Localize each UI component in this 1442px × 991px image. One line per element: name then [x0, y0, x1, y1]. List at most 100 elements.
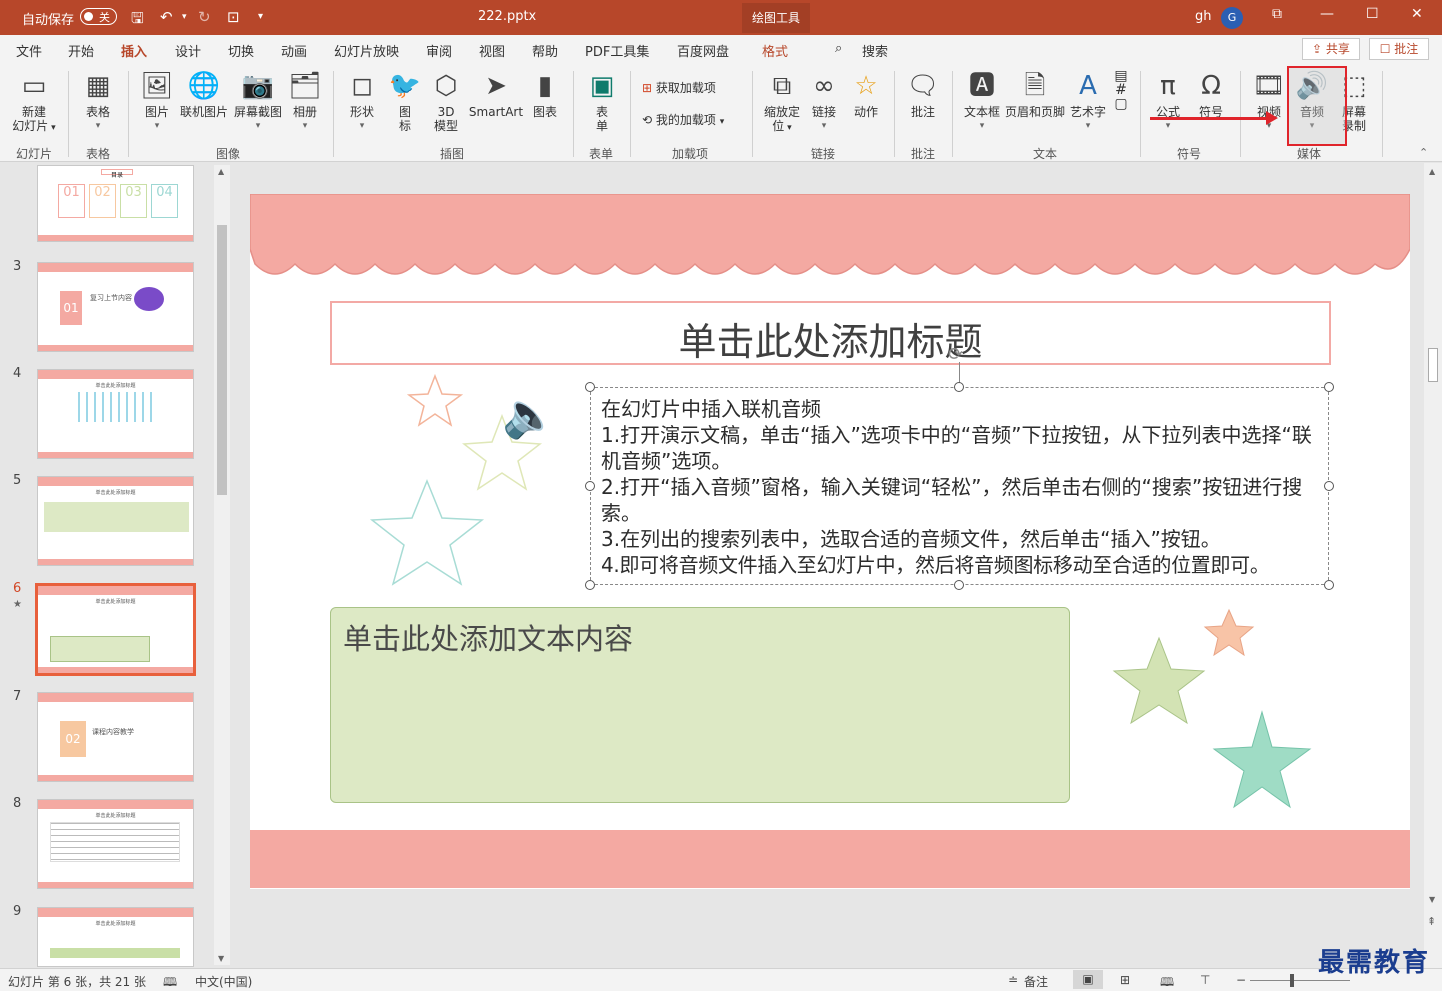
- chart-button[interactable]: ▮ 图表: [528, 71, 562, 119]
- undo-dropdown-icon[interactable]: ▾: [182, 12, 187, 22]
- save-icon[interactable]: 🖫: [131, 8, 144, 33]
- slide-canvas[interactable]: 单击此处添加标题 ⟳ 🔈 在幻灯片中插入联机音频 1.打开演示文稿，单击“插入”…: [250, 194, 1410, 889]
- notes-icon[interactable]: ≐: [1008, 973, 1018, 987]
- comments-button[interactable]: ☐ 批注: [1369, 38, 1429, 60]
- maximize-icon[interactable]: ☐: [1366, 6, 1379, 22]
- notes-button[interactable]: 备注: [1024, 973, 1048, 990]
- my-addins-label: 我的加载项: [655, 113, 716, 127]
- redo-icon[interactable]: ↻: [198, 8, 211, 26]
- equation-button[interactable]: π 公式 ▾: [1148, 71, 1188, 133]
- thumbnail-scrollbar[interactable]: ▲ ▼: [214, 165, 230, 965]
- zoom-button[interactable]: ⧉ 缩放定 位 ▾: [760, 71, 804, 135]
- slide-thumbnail[interactable]: 01 复习上节内容: [37, 262, 194, 352]
- scroll-thumb[interactable]: [1428, 348, 1438, 382]
- tab-design[interactable]: 设计: [175, 41, 201, 60]
- tab-animations[interactable]: 动画: [281, 41, 307, 60]
- minimize-icon[interactable]: —: [1320, 6, 1334, 22]
- online-picture-button[interactable]: 🌐 联机图片: [178, 71, 230, 119]
- new-comment-button[interactable]: 🗨 批注: [903, 71, 943, 119]
- slide-sorter-icon[interactable]: ⊞: [1120, 973, 1130, 987]
- resize-handle-e[interactable]: [1324, 481, 1334, 491]
- tab-file[interactable]: 文件: [16, 41, 42, 60]
- undo-icon[interactable]: ↶: [160, 8, 173, 26]
- resize-handle-s[interactable]: [954, 580, 964, 590]
- rotate-handle-icon[interactable]: ⟳: [948, 344, 963, 365]
- slide-thumbnail[interactable]: 单击此处添加标题: [37, 369, 194, 459]
- share-button[interactable]: ⇪ 共享: [1302, 38, 1360, 60]
- zoom-slider[interactable]: [1250, 974, 1350, 987]
- slide-thumbnail[interactable]: 单击此处添加标题: [37, 799, 194, 889]
- scroll-down-icon[interactable]: ▼: [1429, 895, 1435, 904]
- resize-handle-w[interactable]: [585, 481, 595, 491]
- autosave-toggle[interactable]: 关: [80, 8, 117, 25]
- avatar[interactable]: G: [1221, 7, 1243, 29]
- slide-thumbnail-selected[interactable]: 单击此处添加标题: [35, 583, 196, 676]
- slideshow-icon[interactable]: ⊤: [1200, 973, 1210, 987]
- icons-button[interactable]: 🐦 图 标: [388, 71, 422, 133]
- ribbon-display-icon[interactable]: ⧉: [1272, 6, 1282, 22]
- new-slide-button[interactable]: ▭ 新建 幻灯片 ▾: [8, 71, 60, 135]
- tab-insert[interactable]: 插入: [121, 41, 148, 66]
- tab-review[interactable]: 审阅: [426, 41, 452, 60]
- resize-handle-sw[interactable]: [585, 580, 595, 590]
- search-icon[interactable]: ⌕: [835, 41, 842, 56]
- collapse-ribbon-icon[interactable]: ⌃: [1419, 146, 1428, 159]
- get-addins-button[interactable]: ⊞ 获取加载项: [642, 79, 716, 96]
- present-icon[interactable]: ⊡: [227, 8, 240, 26]
- wordart-button[interactable]: A 艺术字 ▾: [1068, 71, 1108, 133]
- album-icon: 🗂: [288, 71, 322, 101]
- tab-view[interactable]: 视图: [479, 41, 505, 60]
- selected-text-box[interactable]: 在幻灯片中插入联机音频 1.打开演示文稿，单击“插入”选项卡中的“音频”下拉按钮…: [590, 387, 1329, 585]
- slide-thumbnail[interactable]: 单击此处添加标题: [37, 476, 194, 566]
- scroll-down-icon[interactable]: ▼: [218, 954, 224, 963]
- picture-button[interactable]: 🖼 图片 ▾: [138, 71, 176, 133]
- resize-handle-ne[interactable]: [1324, 382, 1334, 392]
- tab-help[interactable]: 帮助: [532, 41, 558, 60]
- symbol-button[interactable]: Ω 符号: [1192, 71, 1230, 119]
- zoom-out-icon[interactable]: −: [1236, 973, 1246, 987]
- title-placeholder[interactable]: 单击此处添加标题: [330, 301, 1331, 365]
- close-icon[interactable]: ✕: [1411, 6, 1423, 22]
- screenshot-button[interactable]: 📷 屏幕截图 ▾: [232, 71, 284, 133]
- accessibility-icon[interactable]: 🕮: [163, 973, 177, 991]
- resize-handle-n[interactable]: [954, 382, 964, 392]
- scroll-up-icon[interactable]: ▲: [218, 167, 224, 176]
- forms-button[interactable]: ▣ 表 单: [584, 71, 620, 133]
- header-footer-button[interactable]: 🗎 页眉和页脚: [1004, 71, 1066, 119]
- content-placeholder[interactable]: 单击此处添加文本内容: [330, 607, 1070, 803]
- slide-thumbnail[interactable]: 单击此处添加标题: [37, 907, 194, 967]
- zoom-slider-thumb[interactable]: [1290, 974, 1294, 987]
- shapes-button[interactable]: ◻ 形状 ▾: [342, 71, 382, 133]
- thumb-title: 单击此处添加标题: [95, 921, 136, 927]
- search-box[interactable]: 搜索: [862, 41, 888, 60]
- link-button[interactable]: ∞ 链接 ▾: [806, 71, 842, 133]
- language-text[interactable]: 中文(中国): [195, 973, 252, 990]
- slide-thumbnail[interactable]: 目录 01 02 03 04: [37, 165, 194, 242]
- resize-handle-nw[interactable]: [585, 382, 595, 392]
- audio-speaker-icon[interactable]: 🔈: [502, 389, 557, 441]
- editor-scrollbar[interactable]: ▲ ▼ ⇞: [1424, 163, 1442, 968]
- scroll-up-icon[interactable]: ▲: [1429, 167, 1435, 176]
- resize-handle-se[interactable]: [1324, 580, 1334, 590]
- thumb-title: 单击此处添加标题: [95, 490, 136, 496]
- tab-format[interactable]: 格式: [762, 41, 788, 60]
- scroll-thumb[interactable]: [217, 225, 227, 495]
- customize-qat-icon[interactable]: ▾: [258, 11, 263, 22]
- 3d-model-button[interactable]: ⬡ 3D 模型: [428, 71, 464, 133]
- action-button[interactable]: ☆ 动作: [847, 71, 885, 119]
- smartart-button[interactable]: ➤ SmartArt: [466, 71, 526, 119]
- slide-thumbnail[interactable]: 02 课程内容教学: [37, 692, 194, 782]
- table-button[interactable]: ▦ 表格 ▾: [78, 71, 118, 133]
- text-small-tools[interactable]: ▤ # ▢: [1110, 69, 1132, 111]
- photo-album-button[interactable]: 🗂 相册 ▾: [286, 71, 324, 133]
- tab-slideshow[interactable]: 幻灯片放映: [334, 41, 399, 60]
- normal-view-icon[interactable]: ▣: [1073, 970, 1103, 989]
- tab-transitions[interactable]: 切换: [228, 41, 254, 60]
- tab-baidu-netdisk[interactable]: 百度网盘: [677, 41, 729, 60]
- tab-pdf-tools[interactable]: PDF工具集: [585, 41, 649, 60]
- tab-home[interactable]: 开始: [68, 41, 94, 60]
- previous-slide-icon[interactable]: ⇞: [1427, 915, 1436, 928]
- textbox-button[interactable]: 🅰 文本框 ▾: [960, 71, 1004, 133]
- reading-view-icon[interactable]: 🕮: [1160, 973, 1174, 991]
- my-addins-button[interactable]: ⟲ 我的加载项 ▾: [642, 111, 724, 128]
